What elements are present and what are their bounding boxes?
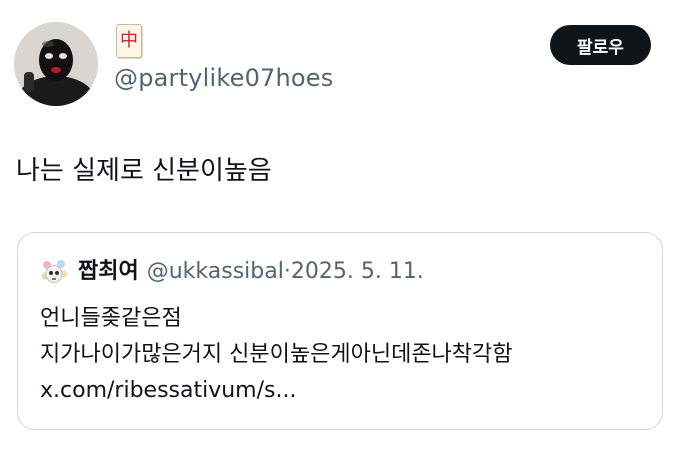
post-text: 나는 실제로 신분이높음	[16, 156, 272, 186]
author-avatar[interactable]	[14, 22, 98, 106]
quote-author-handle[interactable]: @ukkassibal	[147, 259, 284, 284]
follow-button[interactable]: 팔로우	[550, 25, 651, 65]
quote-text-line: 지가나이가많은거지 신분이높은게아닌데존나착각함	[40, 342, 513, 367]
avatar-image	[14, 22, 98, 106]
quoted-post-card[interactable]: 짭최여 @ukkassibal·2025. 5. 11. 언니들좆같은점 지가나이…	[17, 232, 663, 430]
quote-separator: ·	[283, 259, 291, 284]
flower-skull-avatar-icon	[39, 257, 69, 287]
quote-header: 짭최여 @ukkassibal·2025. 5. 11.	[78, 258, 424, 286]
quote-text-line: 언니들좆같은점	[40, 306, 182, 331]
quote-date[interactable]: 2025. 5. 11.	[291, 259, 424, 284]
mahjong-red-dragon-icon: 中	[116, 24, 142, 58]
quote-author-name[interactable]: 짭최여	[78, 259, 139, 284]
author-handle[interactable]: @partylike07hoes	[114, 64, 333, 92]
quote-author-avatar[interactable]	[39, 257, 69, 287]
quote-link[interactable]: x.com/ribessativum/s...	[40, 377, 296, 405]
